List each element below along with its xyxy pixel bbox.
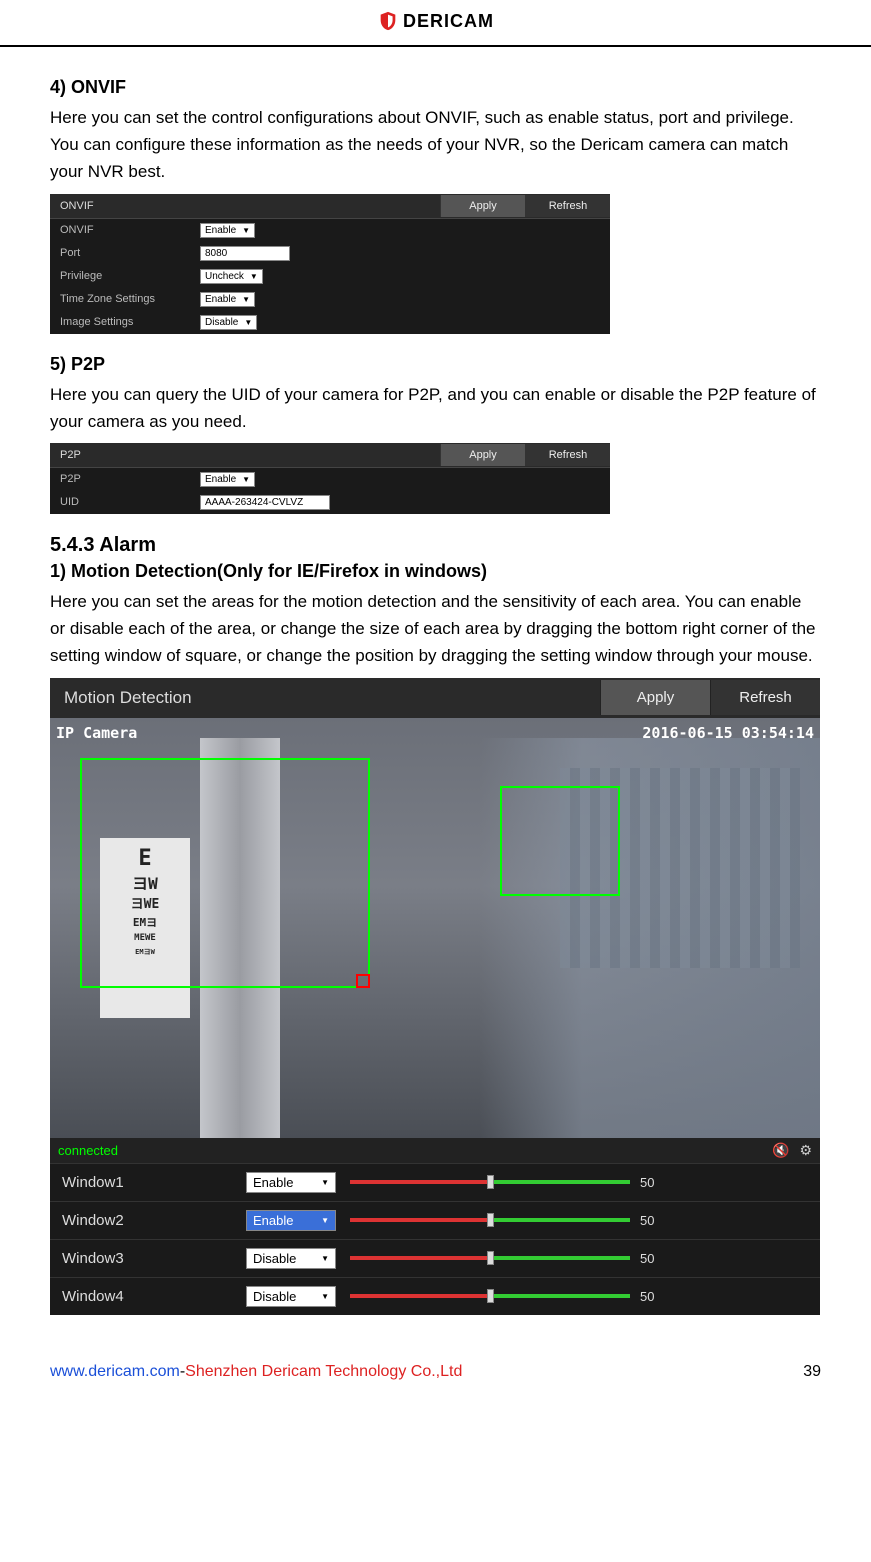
camera-name-overlay: IP Camera [56, 724, 137, 742]
footer-text: www.dericam.com-Shenzhen Dericam Technol… [50, 1363, 462, 1381]
connection-status: connected [58, 1143, 772, 1158]
md-panel-title: Motion Detection [50, 678, 600, 718]
section-5-body: Here you can query the UID of your camer… [50, 381, 821, 435]
slider-value: 50 [640, 1289, 670, 1304]
window-label: Window3 [62, 1250, 232, 1267]
apply-button[interactable]: Apply [440, 444, 525, 466]
onvif-enable-select[interactable]: Enable▼ [200, 223, 255, 238]
window-enable-select[interactable]: Disable▼ [246, 1286, 336, 1307]
sensitivity-slider[interactable]: 50 [350, 1175, 808, 1190]
slider-value: 50 [640, 1175, 670, 1190]
page-footer: www.dericam.com-Shenzhen Dericam Technol… [0, 1345, 871, 1391]
onvif-panel: ONVIF Apply Refresh ONVIF Enable▼ Port P… [50, 194, 610, 334]
chevron-down-icon: ▼ [321, 1216, 329, 1225]
window-enable-select[interactable]: Disable▼ [246, 1248, 336, 1269]
field-label: Image Settings [60, 316, 200, 328]
window-label: Window4 [62, 1288, 232, 1305]
resize-handle[interactable] [356, 974, 370, 988]
refresh-button[interactable]: Refresh [710, 680, 820, 715]
onvif-row-onvif: ONVIF Enable▼ [50, 219, 610, 242]
chevron-down-icon: ▼ [242, 295, 250, 304]
p2p-enable-select[interactable]: Enable▼ [200, 472, 255, 487]
motion-detection-body: Here you can set the areas for the motio… [50, 588, 821, 670]
detection-window-1[interactable] [80, 758, 370, 988]
section-4-title: 4) ONVIF [50, 77, 821, 98]
motion-detection-panel: Motion Detection Apply Refresh E ヨW ヨWE … [50, 678, 820, 1315]
logo: DERICAM [377, 10, 494, 32]
port-input[interactable] [200, 246, 290, 261]
section-4-body: Here you can set the control configurati… [50, 104, 821, 186]
detection-window-2[interactable] [500, 786, 620, 896]
image-settings-select[interactable]: Disable▼ [200, 315, 257, 330]
window-row: Window2 Enable▼ 50 [50, 1201, 820, 1239]
window-enable-select[interactable]: Enable▼ [246, 1172, 336, 1193]
chevron-down-icon: ▼ [244, 318, 252, 327]
page-number: 39 [803, 1363, 821, 1381]
footer-company: Shenzhen Dericam Technology Co.,Ltd [185, 1363, 462, 1380]
refresh-button[interactable]: Refresh [525, 444, 610, 466]
p2p-row-p2p: P2P Enable▼ [50, 468, 610, 491]
timestamp-overlay: 2016-06-15 03:54:14 [642, 724, 814, 742]
slider-value: 50 [640, 1251, 670, 1266]
onvif-panel-header: ONVIF Apply Refresh [50, 194, 610, 219]
onvif-row-port: Port [50, 242, 610, 265]
sensitivity-slider[interactable]: 50 [350, 1213, 808, 1228]
logo-text: DERICAM [403, 11, 494, 32]
window-label: Window2 [62, 1212, 232, 1229]
refresh-button[interactable]: Refresh [525, 195, 610, 217]
field-label: Time Zone Settings [60, 293, 200, 305]
field-label: Privilege [60, 270, 200, 282]
chevron-down-icon: ▼ [321, 1254, 329, 1263]
footer-url: www.dericam.com [50, 1363, 180, 1380]
onvif-row-tz: Time Zone Settings Enable▼ [50, 288, 610, 311]
apply-button[interactable]: Apply [440, 195, 525, 217]
field-label: P2P [60, 473, 200, 485]
settings-icon[interactable]: ⚙ [799, 1142, 812, 1159]
window-label: Window1 [62, 1174, 232, 1191]
field-label: UID [60, 496, 200, 508]
privilege-select[interactable]: Uncheck▼ [200, 269, 263, 284]
video-status-bar: connected 🔇 ⚙ [50, 1138, 820, 1163]
sensitivity-slider[interactable]: 50 [350, 1251, 808, 1266]
chevron-down-icon: ▼ [321, 1292, 329, 1301]
slider-value: 50 [640, 1213, 670, 1228]
status-icons: 🔇 ⚙ [772, 1142, 812, 1159]
onvif-panel-title: ONVIF [50, 194, 440, 218]
apply-button[interactable]: Apply [600, 680, 710, 715]
mute-icon[interactable]: 🔇 [772, 1142, 789, 1159]
onvif-row-privilege: Privilege Uncheck▼ [50, 265, 610, 288]
chevron-down-icon: ▼ [242, 475, 250, 484]
p2p-panel-header: P2P Apply Refresh [50, 443, 610, 468]
motion-detection-title: 1) Motion Detection(Only for IE/Firefox … [50, 561, 821, 582]
uid-input[interactable] [200, 495, 330, 510]
section-5-title: 5) P2P [50, 354, 821, 375]
p2p-panel-title: P2P [50, 443, 440, 467]
sensitivity-slider[interactable]: 50 [350, 1289, 808, 1304]
alarm-heading: 5.4.3 Alarm [50, 534, 821, 557]
chevron-down-icon: ▼ [242, 226, 250, 235]
page-header: DERICAM [0, 0, 871, 47]
field-label: ONVIF [60, 224, 200, 236]
chevron-down-icon: ▼ [321, 1178, 329, 1187]
field-label: Port [60, 247, 200, 259]
p2p-panel: P2P Apply Refresh P2P Enable▼ UID [50, 443, 610, 514]
shield-icon [377, 10, 399, 32]
window-row: Window4 Disable▼ 50 [50, 1277, 820, 1315]
window-row: Window1 Enable▼ 50 [50, 1163, 820, 1201]
timezone-select[interactable]: Enable▼ [200, 292, 255, 307]
window-enable-select[interactable]: Enable▼ [246, 1210, 336, 1231]
video-preview[interactable]: E ヨW ヨWE EMヨ MEWE EMヨW IP Camera 2016-06… [50, 718, 820, 1138]
chevron-down-icon: ▼ [250, 272, 258, 281]
p2p-row-uid: UID [50, 491, 610, 514]
window-row: Window3 Disable▼ 50 [50, 1239, 820, 1277]
onvif-row-img: Image Settings Disable▼ [50, 311, 610, 334]
md-panel-header: Motion Detection Apply Refresh [50, 678, 820, 718]
